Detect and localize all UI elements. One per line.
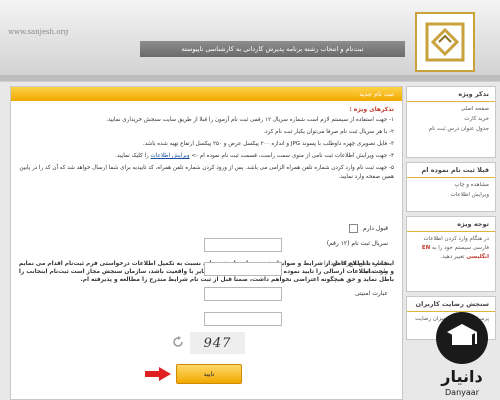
notes-title: تذکرهای ویژه : xyxy=(349,106,394,113)
sidebar-item-course-table[interactable]: جدول عنوان درس ثبت نام xyxy=(411,125,489,134)
sidebar-item-print[interactable]: مشاهده و چاپ xyxy=(411,181,489,190)
captcha-image: 947 xyxy=(190,332,245,354)
accept-row: قبول دارم xyxy=(349,224,388,233)
page: www.sanjesh.org ثبت‌نام و انتخاب رشته بر… xyxy=(0,0,500,400)
captcha-text: 947 xyxy=(203,335,232,351)
accept-checkbox[interactable] xyxy=(349,224,359,233)
attention-text: در هنگام وارد کردن اطلاعات فارسی سیستم خ… xyxy=(423,236,489,251)
sanjesh-logo xyxy=(415,12,475,72)
danyaar-watermark-logo: دانیار Danyaar xyxy=(436,312,488,397)
note-5: ۵- جهت ثبت نام وارد کردن شماره تلفن همرا… xyxy=(19,165,394,180)
notes-section: تذکرهای ویژه : ۱- جهت استفاده از سیستم ل… xyxy=(11,101,402,182)
edit-info-link[interactable]: ویرایش اطلاعات xyxy=(151,153,190,159)
sidebar-item-buy-card[interactable]: خرید کارت xyxy=(411,115,489,124)
extra-input[interactable] xyxy=(204,312,282,326)
sidebar-box-registered-title: قبلا ثبت نام نموده ام xyxy=(407,163,495,178)
arrow-right-icon xyxy=(145,367,171,381)
sidebar-box-attention: توجه ویژه در هنگام وارد کردن اطلاعات فار… xyxy=(406,216,496,292)
note-4-suffix: را کلیک نمایید. xyxy=(115,153,149,159)
phone-label: شماره تلفن همراه خود را وارد نمائید xyxy=(323,260,388,275)
note-3: ۳- فایل تصویری چهره داوطلب با پسوند JPG … xyxy=(142,141,394,147)
panel-title: ثبت نام جدید xyxy=(11,87,402,101)
submit-button[interactable]: تایید xyxy=(176,364,242,384)
sidebar-box-registered: قبلا ثبت نام نموده ام مشاهده و چاپ ویرای… xyxy=(406,162,496,212)
site-url: www.sanjesh.org xyxy=(8,28,69,36)
refresh-icon[interactable] xyxy=(172,336,184,348)
nav-strip xyxy=(0,75,500,81)
note-4: ۴- جهت ویرایش اطلاعات ثبت نامی از منوی س… xyxy=(19,152,394,161)
header-banner: ثبت‌نام و انتخاب رشته برنامه پذیرش کاردا… xyxy=(140,41,405,57)
sidebar-box-special-title: ندکر ویژه xyxy=(407,87,495,102)
note-4-text: ۴- جهت ویرایش اطلاعات ثبت نامی از منوی س… xyxy=(191,153,394,159)
watermark-latin: Danyaar xyxy=(445,388,480,397)
phone-input[interactable] xyxy=(204,262,282,276)
serial-label: سریال ثبت نام (۱۲ رقم) xyxy=(326,240,388,247)
accept-label: قبول دارم xyxy=(363,225,388,232)
sidebar-box-attention-title: توجه ویژه xyxy=(407,217,495,232)
sidebar-item-edit[interactable]: ویرایش اطلاعات xyxy=(411,191,489,200)
captcha-label: عبارت امنیتی xyxy=(355,290,388,297)
serial-input[interactable] xyxy=(204,238,282,252)
note-2: ۲- با هر سریال ثبت نام صرفا می‌توان یکبا… xyxy=(263,129,394,135)
watermark-name: دانیار xyxy=(440,367,482,386)
attention-text-2: تغییر دهید. xyxy=(440,254,465,260)
sidebar-box-special: ندکر ویژه صفحه اصلی خرید کارت جدول عنوان… xyxy=(406,86,496,158)
site-header: www.sanjesh.org ثبت‌نام و انتخاب رشته بر… xyxy=(0,0,500,82)
note-1: ۱- جهت استفاده از سیستم لازم است شماره س… xyxy=(106,117,394,123)
captcha-input[interactable] xyxy=(204,287,282,301)
sidebar-item-home[interactable]: صفحه اصلی xyxy=(411,105,489,114)
